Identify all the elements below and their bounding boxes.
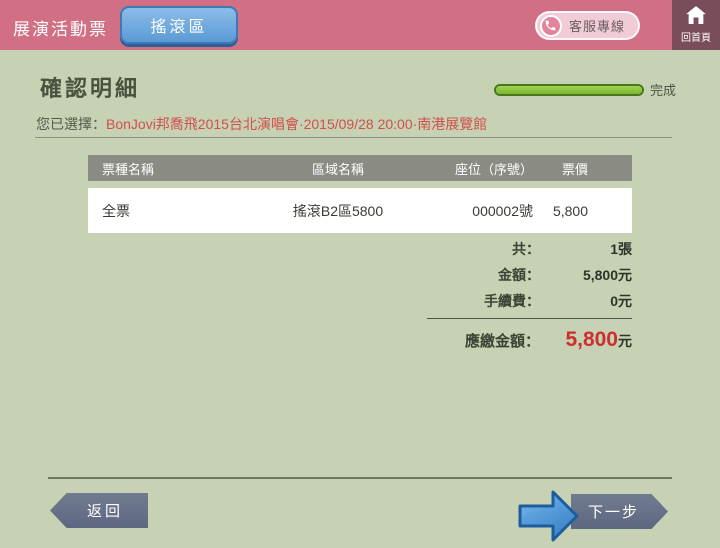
- progress-fill: [496, 86, 642, 94]
- cell-zone: 搖滾B2區5800: [238, 201, 438, 221]
- selection-label: 您已選擇：: [36, 116, 106, 132]
- summary-value: 1張: [540, 240, 632, 258]
- zone-button[interactable]: 搖滾區: [120, 6, 238, 44]
- app-title: 展演活動票: [13, 15, 108, 40]
- progress-track: [494, 84, 644, 96]
- cell-price: 5,800: [533, 203, 632, 219]
- summary-row-count: 共： 1張: [427, 240, 632, 258]
- summary-divider: [427, 318, 632, 319]
- home-button[interactable]: 回首頁: [672, 0, 720, 50]
- back-button[interactable]: 返回: [50, 493, 148, 528]
- summary-label: 金額：: [498, 266, 540, 284]
- phone-icon: [540, 15, 562, 37]
- summary-row-amount: 金額： 5,800元: [427, 266, 632, 284]
- table-header: 票種名稱 區域名稱 座位（序號） 票價: [88, 155, 632, 181]
- total-label: 應繳金額：: [465, 330, 540, 351]
- selection-value: BonJovi邦喬飛2015台北演唱會·2015/09/28 20:00·南港展…: [106, 116, 487, 132]
- summary-value: 5,800元: [540, 266, 632, 284]
- order-summary: 共： 1張 金額： 5,800元 手續費： 0元 應繳金額： 5,800元: [427, 240, 632, 352]
- progress-label: 完成: [650, 80, 676, 99]
- hotline-badge[interactable]: 客服專線: [535, 11, 640, 40]
- total-value: 5,800: [565, 328, 618, 351]
- top-bar: 展演活動票 搖滾區 客服專線 回首頁: [0, 0, 720, 50]
- next-button[interactable]: 下一步: [571, 494, 668, 529]
- col-price: 票價: [533, 159, 632, 178]
- summary-label: 手續費：: [484, 292, 540, 310]
- home-label: 回首頁: [681, 29, 711, 44]
- cell-ticket-type: 全票: [88, 201, 238, 221]
- col-ticket-type: 票種名稱: [88, 159, 238, 178]
- page-title: 確認明細: [40, 71, 140, 103]
- selection-line: 您已選擇：BonJovi邦喬飛2015台北演唱會·2015/09/28 20:0…: [36, 114, 487, 134]
- cell-seat: 000002號: [438, 201, 533, 221]
- divider-bottom: [48, 477, 672, 479]
- summary-label: 共：: [512, 240, 540, 258]
- total-unit: 元: [618, 333, 632, 349]
- hotline-label: 客服專線: [569, 16, 625, 35]
- col-zone: 區域名稱: [238, 159, 438, 178]
- summary-total-row: 應繳金額： 5,800元: [427, 328, 632, 352]
- table-row: 全票 搖滾B2區5800 000002號 5,800: [88, 188, 632, 233]
- progress: 完成: [494, 80, 676, 99]
- divider-top: [35, 137, 672, 138]
- summary-row-fee: 手續費： 0元: [427, 292, 632, 310]
- summary-value: 0元: [540, 292, 632, 310]
- home-icon: [686, 6, 706, 27]
- total-amount: 5,800元: [540, 328, 632, 352]
- col-seat: 座位（序號）: [438, 159, 533, 178]
- kiosk-screen: 展演活動票 搖滾區 客服專線 回首頁 確認明細 完成 您已選擇：BonJovi邦…: [0, 0, 720, 548]
